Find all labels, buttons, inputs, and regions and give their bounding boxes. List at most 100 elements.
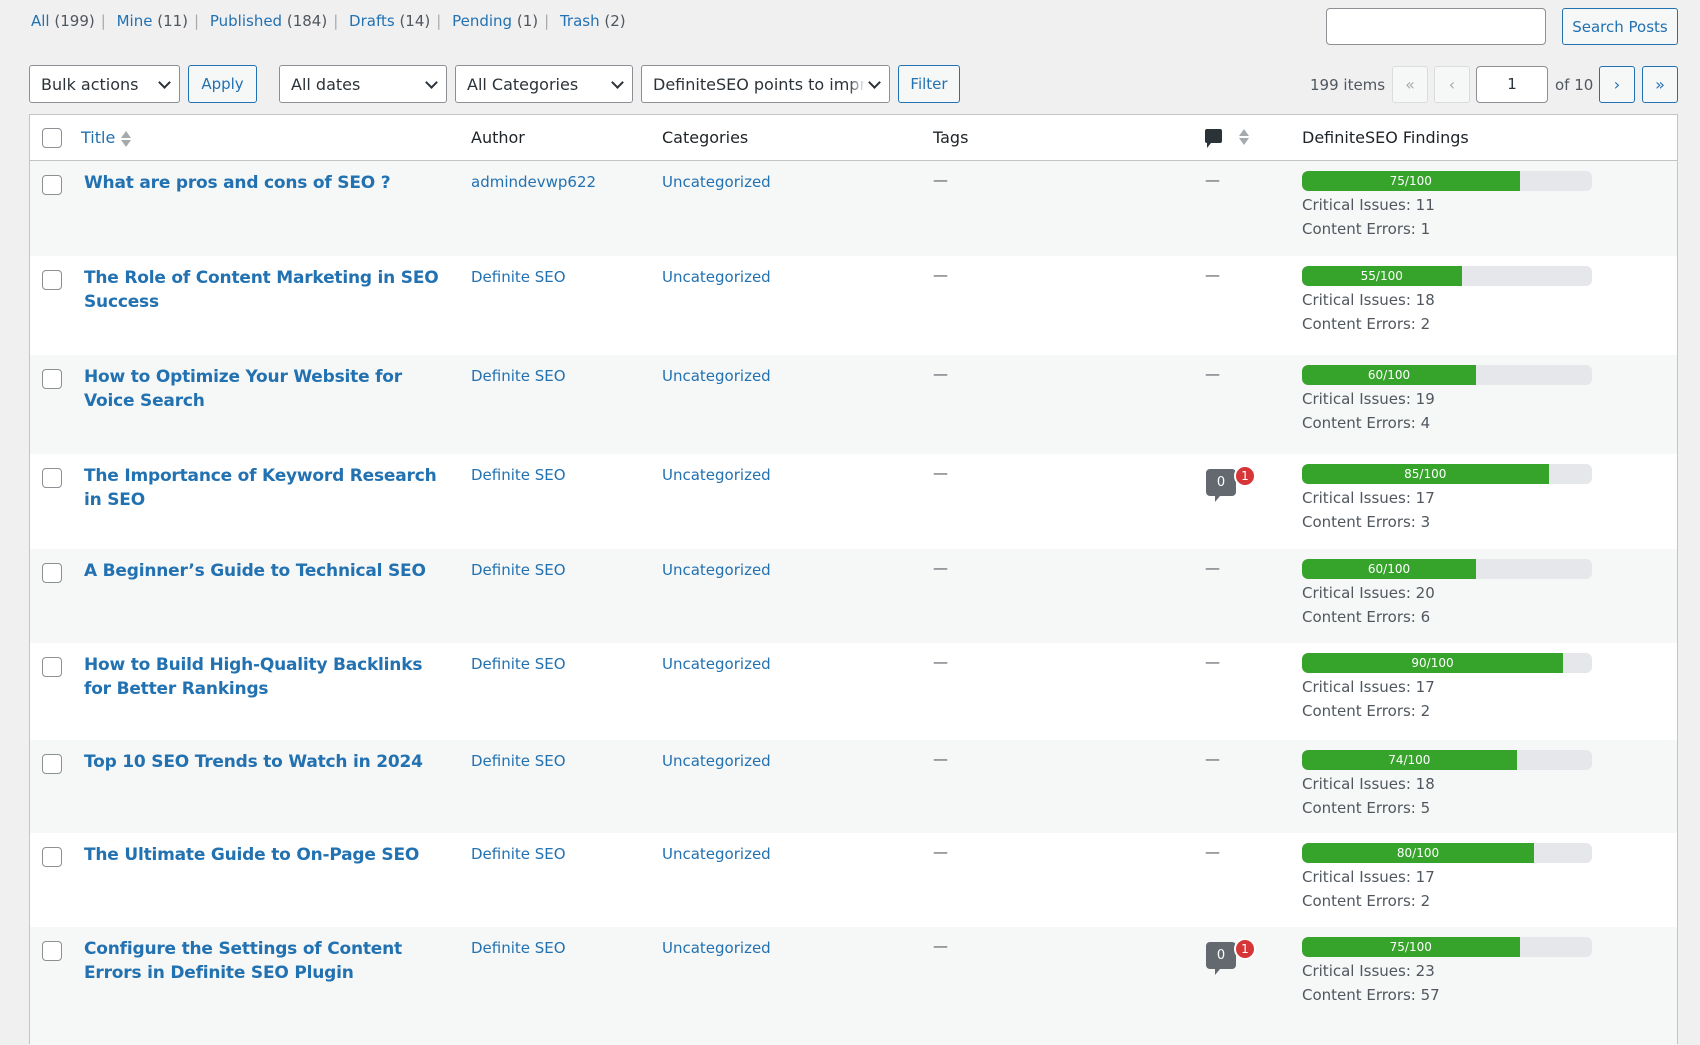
- post-title-link[interactable]: Top 10 SEO Trends to Watch in 2024: [84, 750, 444, 774]
- seo-score-bar: 85/100: [1302, 464, 1592, 484]
- bulk-actions-select[interactable]: Bulk actions: [29, 65, 180, 103]
- row-checkbox[interactable]: [42, 657, 62, 677]
- comment-count-bubble[interactable]: 0: [1206, 942, 1236, 975]
- items-count: 199 items: [1310, 76, 1386, 94]
- author-link[interactable]: Definite SEO: [471, 845, 566, 863]
- tags-empty: —: [933, 171, 948, 189]
- view-label: Pending: [452, 12, 513, 30]
- search-posts-button[interactable]: Search Posts: [1562, 8, 1678, 45]
- table-row: What are pros and cons of SEO ? admindevw…: [30, 161, 1677, 256]
- post-title-link[interactable]: Configure the Settings of Content Errors…: [84, 937, 444, 985]
- view-count: (2): [604, 12, 626, 30]
- category-link[interactable]: Uncategorized: [662, 367, 771, 385]
- post-title-link[interactable]: The Role of Content Marketing in SEO Suc…: [84, 266, 444, 314]
- seo-points-filter-select[interactable]: DefiniteSEO points to impr: [641, 65, 890, 103]
- seo-score-label: 80/100: [1396, 846, 1440, 860]
- critical-issues: Critical Issues: 23: [1302, 962, 1435, 980]
- post-status-views: All (199) | Mine (11) | Published (184) | D…: [31, 12, 626, 30]
- row-checkbox[interactable]: [42, 563, 62, 583]
- pending-comments-badge[interactable]: 1: [1234, 938, 1256, 960]
- first-page-button: «: [1392, 66, 1428, 103]
- dates-filter-value: All dates: [291, 74, 361, 94]
- seo-findings: 55/100 Critical Issues: 18 Content Error…: [1302, 266, 1592, 334]
- filter-button[interactable]: Filter: [898, 65, 960, 103]
- last-page-button[interactable]: »: [1642, 66, 1678, 103]
- seo-score-bar: 75/100: [1302, 171, 1592, 191]
- column-categories: Categories: [662, 128, 749, 147]
- post-title-link[interactable]: What are pros and cons of SEO ?: [84, 171, 444, 195]
- row-checkbox[interactable]: [42, 175, 62, 195]
- category-link[interactable]: Uncategorized: [662, 845, 771, 863]
- critical-issues: Critical Issues: 18: [1302, 775, 1435, 793]
- view-count: (184): [286, 12, 328, 30]
- row-checkbox[interactable]: [42, 941, 62, 961]
- table-row: The Ultimate Guide to On-Page SEO Definit…: [30, 833, 1677, 927]
- table-row: A Beginner’s Guide to Technical SEO Defin…: [30, 549, 1677, 643]
- seo-findings: 85/100 Critical Issues: 17 Content Error…: [1302, 464, 1592, 532]
- select-all-checkbox[interactable]: [42, 128, 62, 148]
- view-drafts-link[interactable]: Drafts (14): [349, 12, 430, 30]
- view-mine-link[interactable]: Mine (11): [117, 12, 188, 30]
- view-label: Drafts: [349, 12, 395, 30]
- pending-comments-badge[interactable]: 1: [1234, 465, 1256, 487]
- tags-empty: —: [933, 559, 948, 577]
- content-errors: Content Errors: 2: [1302, 702, 1431, 720]
- sort-icon[interactable]: [1239, 128, 1249, 146]
- seo-findings: 75/100 Critical Issues: 11 Content Error…: [1302, 171, 1592, 239]
- comment-count-bubble[interactable]: 0: [1206, 469, 1236, 502]
- seo-findings: 75/100 Critical Issues: 23 Content Error…: [1302, 937, 1592, 1005]
- row-checkbox[interactable]: [42, 369, 62, 389]
- separator: |: [333, 12, 339, 30]
- post-title-link[interactable]: How to Build High-Quality Backlinks for …: [84, 653, 444, 701]
- category-link[interactable]: Uncategorized: [662, 939, 771, 957]
- column-title-label: Title: [81, 128, 116, 147]
- seo-score-fill: 75/100: [1302, 937, 1520, 957]
- category-link[interactable]: Uncategorized: [662, 655, 771, 673]
- author-link[interactable]: Definite SEO: [471, 367, 566, 385]
- view-all-link[interactable]: All (199): [31, 12, 95, 30]
- critical-issues: Critical Issues: 17: [1302, 868, 1435, 886]
- seo-score-bar: 75/100: [1302, 937, 1592, 957]
- apply-button[interactable]: Apply: [188, 65, 257, 103]
- author-link[interactable]: Definite SEO: [471, 561, 566, 579]
- view-pending-link[interactable]: Pending (1): [452, 12, 538, 30]
- column-title[interactable]: Title: [81, 128, 132, 148]
- category-link[interactable]: Uncategorized: [662, 173, 771, 191]
- view-trash-link[interactable]: Trash (2): [560, 12, 626, 30]
- post-title-link[interactable]: The Importance of Keyword Research in SE…: [84, 464, 444, 512]
- post-title-link[interactable]: The Ultimate Guide to On-Page SEO: [84, 843, 444, 867]
- dates-filter-select[interactable]: All dates: [279, 65, 447, 103]
- comment-icon[interactable]: [1205, 129, 1222, 148]
- author-link[interactable]: Definite SEO: [471, 655, 566, 673]
- row-checkbox[interactable]: [42, 270, 62, 290]
- category-link[interactable]: Uncategorized: [662, 561, 771, 579]
- row-checkbox[interactable]: [42, 754, 62, 774]
- author-link[interactable]: admindevwp622: [471, 173, 596, 191]
- critical-issues: Critical Issues: 17: [1302, 678, 1435, 696]
- tags-empty: —: [933, 750, 948, 768]
- post-title-link[interactable]: How to Optimize Your Website for Voice S…: [84, 365, 444, 413]
- category-link[interactable]: Uncategorized: [662, 268, 771, 286]
- author-link[interactable]: Definite SEO: [471, 752, 566, 770]
- author-link[interactable]: Definite SEO: [471, 466, 566, 484]
- author-link[interactable]: Definite SEO: [471, 268, 566, 286]
- seo-score-fill: 90/100: [1302, 653, 1563, 673]
- view-count: (14): [399, 12, 431, 30]
- content-errors: Content Errors: 2: [1302, 315, 1431, 333]
- post-title-link[interactable]: A Beginner’s Guide to Technical SEO: [84, 559, 444, 583]
- seo-score-label: 55/100: [1360, 269, 1403, 283]
- table-row: How to Optimize Your Website for Voice S…: [30, 355, 1677, 454]
- category-link[interactable]: Uncategorized: [662, 466, 771, 484]
- search-posts-input[interactable]: [1326, 8, 1546, 45]
- author-link[interactable]: Definite SEO: [471, 939, 566, 957]
- category-link[interactable]: Uncategorized: [662, 752, 771, 770]
- row-checkbox[interactable]: [42, 468, 62, 488]
- current-page-input[interactable]: 1: [1476, 66, 1548, 103]
- categories-filter-select[interactable]: All Categories: [455, 65, 633, 103]
- content-errors: Content Errors: 4: [1302, 414, 1431, 432]
- next-page-button[interactable]: ›: [1599, 66, 1635, 103]
- seo-findings: 74/100 Critical Issues: 18 Content Error…: [1302, 750, 1592, 818]
- row-checkbox[interactable]: [42, 847, 62, 867]
- seo-findings: 90/100 Critical Issues: 17 Content Error…: [1302, 653, 1592, 721]
- view-published-link[interactable]: Published (184): [210, 12, 327, 30]
